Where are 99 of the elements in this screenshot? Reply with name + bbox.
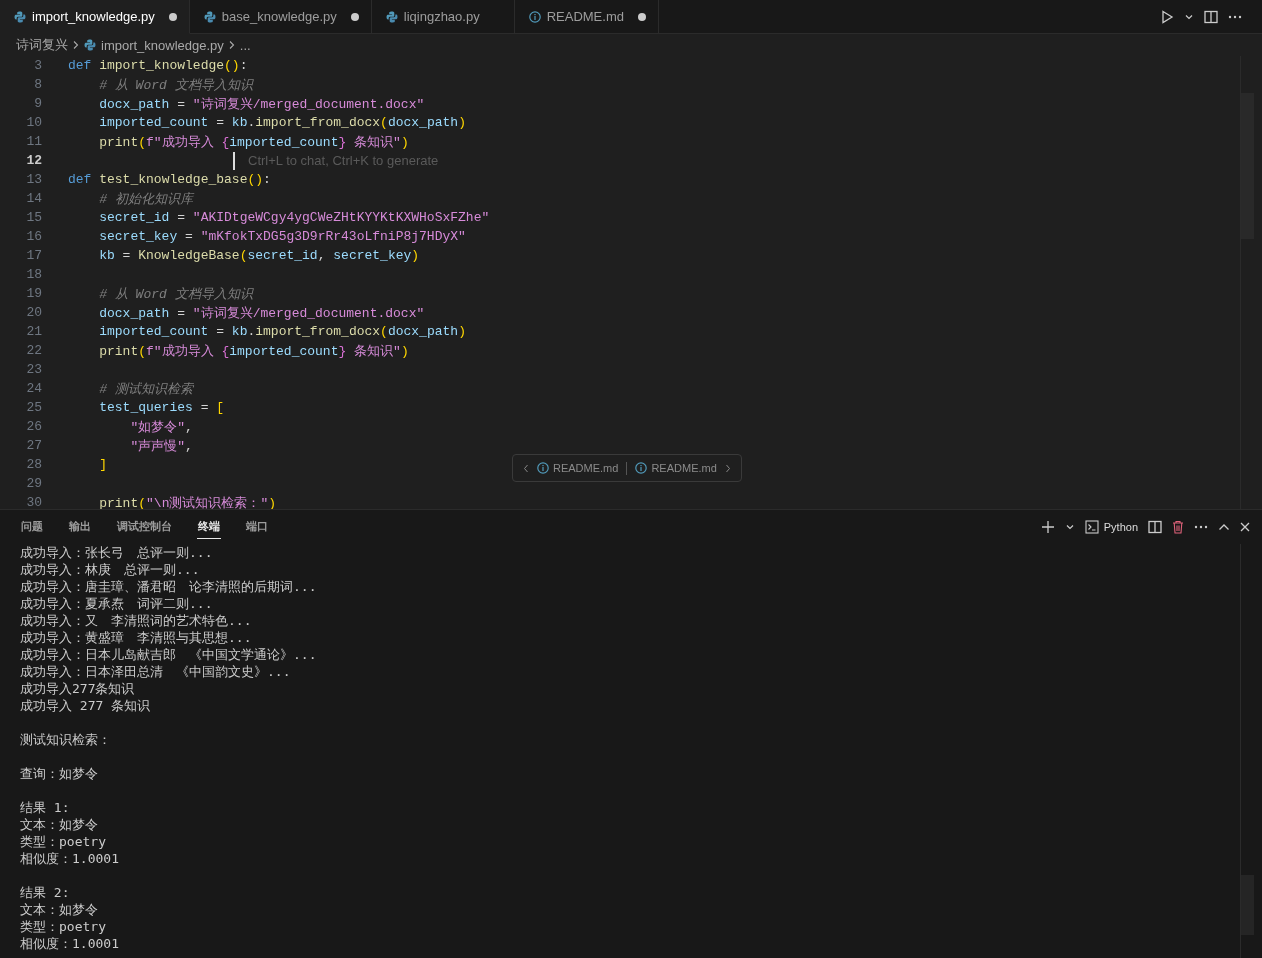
ghost-hint: Ctrl+L to chat, Ctrl+K to generate bbox=[248, 153, 439, 168]
readme-link[interactable]: README.md bbox=[537, 462, 619, 474]
line-number: 17 bbox=[25, 248, 42, 263]
terminal-line: 成功导入：又 李清照词的艺术特色... bbox=[20, 612, 253, 629]
line-number: 3 bbox=[33, 58, 42, 73]
line-number: 22 bbox=[25, 343, 42, 358]
text-cursor bbox=[233, 151, 235, 170]
code-line: # 测试知识检索 bbox=[98, 380, 193, 398]
line-number: 20 bbox=[25, 305, 42, 320]
line-number: 26 bbox=[25, 419, 42, 434]
terminal-line: 成功导入 277 条知识 bbox=[20, 697, 152, 714]
code-line: ] bbox=[98, 457, 107, 472]
code-line: def import_knowledge(): bbox=[68, 58, 248, 73]
chevron-left-icon[interactable] bbox=[523, 463, 529, 473]
panel-tab[interactable]: 输出 bbox=[68, 515, 92, 539]
line-number: 10 bbox=[25, 115, 42, 130]
code-line: "声声慢", bbox=[129, 437, 193, 455]
line-number: 24 bbox=[25, 381, 42, 396]
terminal-line: 成功导入277条知识 bbox=[20, 680, 136, 697]
panel-tab[interactable]: 问题 bbox=[20, 515, 44, 539]
terminal-line: 测试知识检索： bbox=[20, 731, 112, 748]
code-line: print(f"成功导入 {imported_count} 条知识") bbox=[98, 342, 409, 360]
code-line: secret_key = "mKfokTxDG5g3D9rRr43oLfniP8j7HDyX" bbox=[98, 229, 466, 244]
code-line: def test_knowledge_base(): bbox=[68, 172, 271, 187]
line-number: 13 bbox=[25, 172, 42, 187]
terminal-line: 成功导入：林庚 总评一则... bbox=[20, 561, 201, 578]
code-line: # 初始化知识库 bbox=[98, 190, 193, 208]
line-number: 23 bbox=[25, 362, 42, 377]
python-file-icon bbox=[14, 10, 26, 23]
line-number: 30 bbox=[25, 495, 42, 510]
code-line: # 从 Word 文档导入知识 bbox=[98, 76, 253, 94]
panel-tab[interactable]: 调试控制台 bbox=[116, 515, 173, 539]
line-number: 19 bbox=[25, 286, 42, 301]
code-line: # 从 Word 文档导入知识 bbox=[98, 285, 253, 303]
terminal-line: 成功导入：夏承焘 词评二则... bbox=[20, 595, 214, 612]
plus-icon[interactable] bbox=[1040, 520, 1055, 534]
terminal-line: 结果 1: bbox=[20, 799, 71, 816]
code-line: test_queries = [ bbox=[98, 400, 225, 415]
split-editor-icon[interactable] bbox=[1204, 9, 1218, 24]
python-file-icon bbox=[84, 39, 96, 51]
readme-link[interactable]: README.md bbox=[635, 462, 717, 474]
chevron-right-icon bbox=[227, 40, 236, 50]
line-number: 28 bbox=[25, 457, 42, 472]
breadcrumb-item[interactable]: 诗词复兴 bbox=[16, 36, 68, 54]
line-number: 12 bbox=[25, 153, 42, 168]
code-line: secret_id = "AKIDtgeWCgy4ygCWeZHtKYYKtKXWHoSxFZhe" bbox=[98, 210, 490, 225]
trash-icon[interactable] bbox=[1172, 520, 1184, 534]
terminal-icon bbox=[1084, 520, 1099, 534]
terminal-line: 文本：如梦令 bbox=[20, 901, 99, 918]
line-number: 25 bbox=[25, 400, 42, 415]
run-icon[interactable] bbox=[1160, 9, 1174, 24]
code-line: "如梦令", bbox=[129, 418, 193, 436]
terminal-line: 相似度：1.0001 bbox=[20, 935, 120, 952]
terminal-line: 成功导入：唐圭璋、潘君昭 论李清照的后期词... bbox=[20, 578, 318, 595]
info-icon bbox=[528, 10, 541, 23]
more-icon[interactable] bbox=[1228, 14, 1242, 19]
terminal-line: 成功导入：张长弓 总评一则... bbox=[20, 544, 214, 561]
line-number: 18 bbox=[25, 267, 42, 282]
terminal-selector[interactable]: Python bbox=[1084, 520, 1138, 534]
editor-tab[interactable]: import_knowledge.py bbox=[0, 0, 190, 34]
terminal-line: 成功导入：黄盛璋 李清照与其思想... bbox=[20, 629, 253, 646]
info-icon bbox=[635, 462, 648, 474]
breadcrumb-item[interactable]: import_knowledge.py bbox=[84, 37, 224, 53]
code-line: docx_path = "诗词复兴/merged_document.docx" bbox=[98, 304, 425, 322]
terminal-line: 类型：poetry bbox=[20, 918, 107, 935]
python-file-icon bbox=[385, 10, 398, 23]
line-number: 27 bbox=[25, 438, 42, 453]
line-number: 16 bbox=[25, 229, 42, 244]
panel-tab[interactable]: 终端 bbox=[197, 515, 221, 539]
terminal-line: 类型：poetry bbox=[20, 833, 107, 850]
line-number: 11 bbox=[25, 134, 42, 149]
python-file-icon bbox=[203, 10, 216, 23]
code-line: print(f"成功导入 {imported_count} 条知识") bbox=[98, 133, 409, 151]
code-line: kb = KnowledgeBase(secret_id, secret_key) bbox=[98, 248, 420, 263]
line-number: 14 bbox=[25, 191, 42, 206]
line-number: 8 bbox=[33, 77, 42, 92]
chevron-down-icon[interactable] bbox=[1064, 522, 1075, 532]
info-icon bbox=[537, 462, 549, 474]
breadcrumb-item[interactable]: ... bbox=[239, 37, 251, 53]
line-number: 29 bbox=[25, 476, 42, 491]
code-line: imported_count = kb.import_from_docx(docx_path) bbox=[98, 115, 466, 130]
terminal-line: 结果 2: bbox=[20, 884, 71, 901]
panel-tab[interactable]: 端口 bbox=[245, 515, 269, 539]
close-icon[interactable] bbox=[1240, 522, 1250, 532]
line-number: 21 bbox=[25, 324, 42, 339]
terminal-line: 相似度：1.0001 bbox=[20, 850, 120, 867]
split-terminal-icon[interactable] bbox=[1148, 520, 1162, 534]
terminal-line: 成功导入：日本儿岛献吉郎 《中国文学通论》... bbox=[20, 646, 318, 663]
line-number: 15 bbox=[25, 210, 42, 225]
terminal-line: 成功导入：日本泽田总清 《中国韵文史》... bbox=[20, 663, 292, 680]
terminal-line: 文本：如梦令 bbox=[20, 816, 99, 833]
chevron-right-icon bbox=[72, 40, 80, 50]
code-line: imported_count = kb.import_from_docx(docx_path) bbox=[98, 324, 466, 339]
terminal-line: 查询：如梦令 bbox=[20, 765, 99, 782]
chevron-up-icon[interactable] bbox=[1218, 523, 1230, 531]
code-line: docx_path = "诗词复兴/merged_document.docx" bbox=[98, 95, 425, 113]
more-icon[interactable] bbox=[1194, 525, 1208, 529]
chevron-right-icon[interactable] bbox=[724, 463, 731, 473]
line-number: 9 bbox=[33, 96, 42, 111]
